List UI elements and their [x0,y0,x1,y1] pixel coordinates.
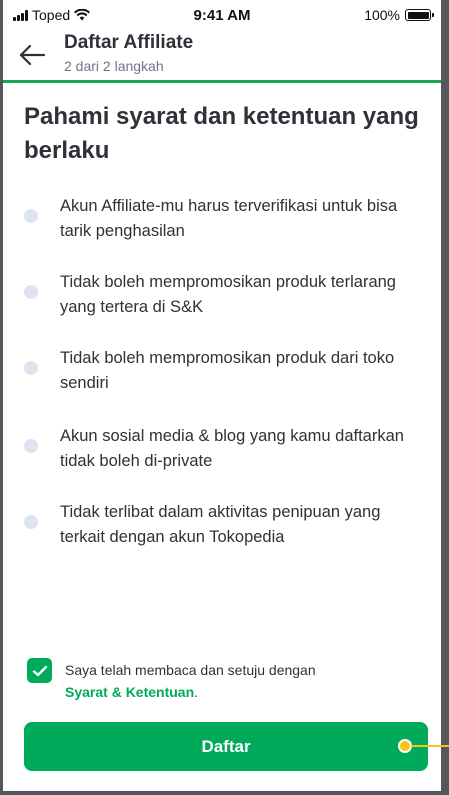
app-header: Daftar Affiliate 2 dari 2 langkah [3,30,441,83]
bullet-icon [24,285,38,299]
term-text: Tidak boleh mempromosikan produk dari to… [60,349,395,392]
bullet-icon [24,209,38,223]
phone-screen: Toped 9:41 AM 100% Daftar Affiliate 2 da… [3,0,441,791]
hotspot-marker [398,739,412,753]
status-bar: Toped 9:41 AM 100% [3,0,441,30]
arrow-left-icon [19,44,46,66]
header-title: Daftar Affiliate [64,32,194,53]
status-right: 100% [364,7,434,23]
term-text: Tidak boleh mempromosikan produk terlara… [60,273,396,316]
checkmark-icon [32,665,47,676]
daftar-button-label: Daftar [201,736,251,756]
bullet-icon [24,515,38,529]
page-title: Pahami syarat dan ketentuan yang berlaku [24,103,419,164]
term-text: Akun sosial media & blog yang kamu dafta… [60,427,404,470]
header-step-indicator: 2 dari 2 langkah [64,58,164,74]
bullet-icon [24,361,38,375]
agreement-row: Saya telah membaca dan setuju dengan Sya… [27,656,427,706]
agreement-suffix: . [194,684,199,700]
agreement-checkbox[interactable] [27,658,52,683]
hotspot-connector [411,745,449,747]
agreement-text: Saya telah membaca dan setuju dengan Sya… [65,659,405,703]
daftar-button[interactable]: Daftar [24,722,428,771]
terms-link[interactable]: Syarat & Ketentuan [65,684,194,700]
back-button[interactable] [17,40,49,70]
term-text: Akun Affiliate-mu harus terverifikasi un… [60,197,398,240]
battery-percent: 100% [364,7,400,23]
battery-icon [405,9,434,21]
bullet-icon [24,439,38,453]
agreement-label: Saya telah membaca dan setuju dengan [65,662,316,678]
term-text: Tidak terlibat dalam aktivitas penipuan … [60,503,381,546]
